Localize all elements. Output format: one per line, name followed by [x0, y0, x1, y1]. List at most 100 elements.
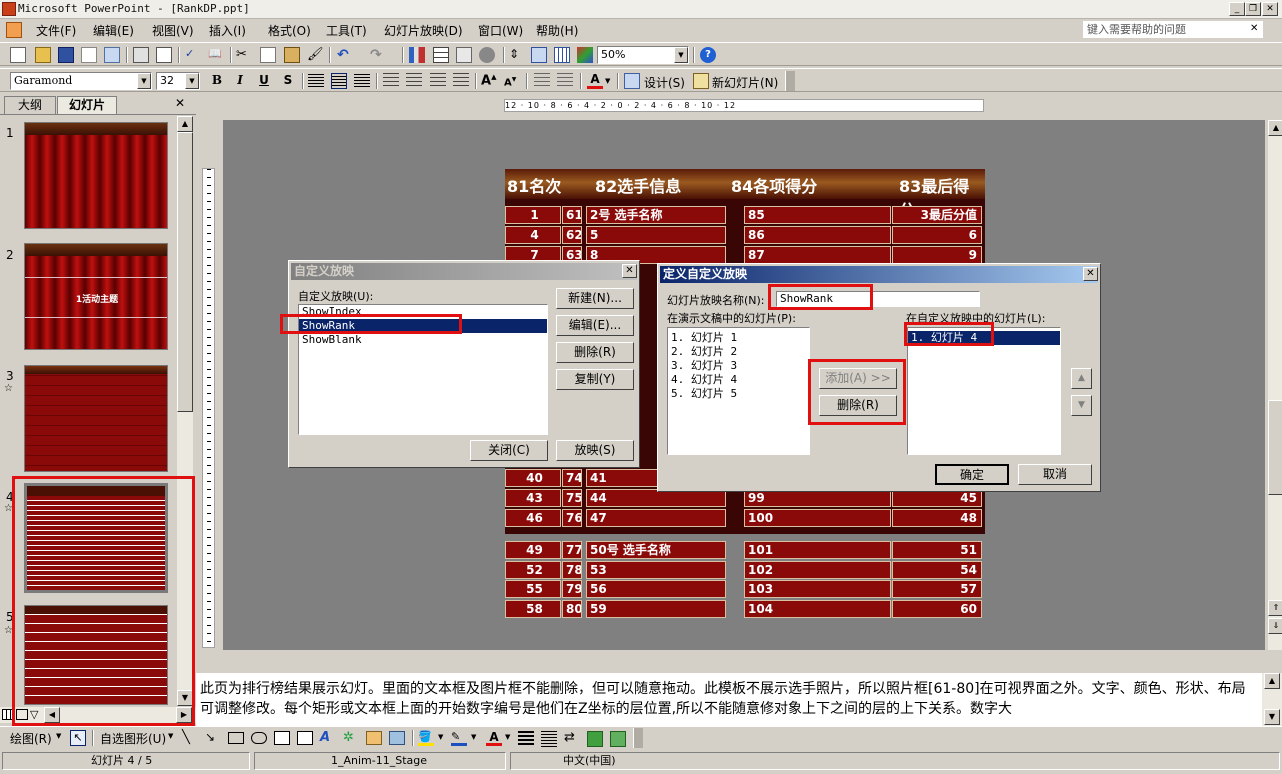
decrease-font-icon[interactable]: A▼ [504, 76, 520, 92]
close-doc-icon[interactable]: ✕ [1250, 23, 1258, 34]
email-icon[interactable] [104, 47, 120, 63]
draw-dropdown-icon[interactable]: ▼ [56, 732, 61, 740]
next-slide-icon[interactable]: ⇓ [1268, 618, 1282, 634]
menu-tools[interactable]: 工具(T) [326, 22, 367, 39]
show-grid-icon[interactable] [554, 47, 570, 63]
show-formatting-icon[interactable] [531, 47, 547, 63]
slide-thumbnail-3[interactable] [24, 365, 168, 472]
slide-cell[interactable]: 60 [892, 600, 982, 618]
presentation-slides-listbox[interactable]: 1. 幻灯片 1 2. 幻灯片 2 3. 幻灯片 3 4. 幻灯片 4 5. 幻… [667, 327, 810, 455]
notes-scrollbar[interactable]: ▲ ▼ [1262, 673, 1282, 727]
columns-icon[interactable] [430, 73, 446, 89]
help-icon[interactable]: ? [700, 47, 716, 63]
slide-cell[interactable]: 104 [744, 600, 891, 618]
slide-cell[interactable]: 53 [586, 561, 726, 579]
new-button[interactable]: 新建(N)... [556, 288, 634, 309]
ok-button[interactable]: 确定 [935, 464, 1009, 485]
draw-menu-button[interactable]: 绘图(R) [10, 730, 52, 747]
slide-cell[interactable]: 76 [562, 509, 582, 527]
slide-cell[interactable]: 43 [505, 489, 561, 507]
slide-cell[interactable]: 58 [505, 600, 561, 618]
insert-table-icon[interactable] [433, 47, 449, 63]
design-button[interactable]: 设计(S) [644, 74, 685, 91]
slide-cell[interactable]: 40 [505, 469, 561, 487]
list-item[interactable]: 5. 幻灯片 5 [668, 387, 809, 401]
fill-dropdown-icon[interactable]: ▼ [438, 733, 443, 741]
slide-cell[interactable]: 78 [562, 561, 582, 579]
menu-window[interactable]: 窗口(W) [478, 22, 523, 39]
list-item[interactable]: 3. 幻灯片 3 [668, 359, 809, 373]
permission-icon[interactable] [81, 47, 97, 63]
fill-color-icon[interactable]: 🪣 [418, 730, 434, 746]
slide-cell[interactable]: 51 [892, 541, 982, 559]
slide-cell[interactable]: 74 [562, 469, 582, 487]
shadow-button[interactable]: S [280, 73, 296, 87]
slide-cell[interactable]: 2号 选手名称 [586, 206, 726, 224]
font-color-button[interactable]: A [587, 73, 603, 89]
font-select[interactable]: Garamond ▼ [10, 72, 152, 90]
slide-cell[interactable]: 85 [744, 206, 891, 224]
slide-cell[interactable]: 75 [562, 489, 582, 507]
new-slide-button[interactable]: 新幻灯片(N) [712, 74, 778, 91]
edit-button[interactable]: 编辑(E)... [556, 315, 634, 336]
scroll-up-icon[interactable]: ▲ [177, 116, 193, 132]
slide-cell[interactable]: 56 [586, 580, 726, 598]
notes-scroll-down-icon[interactable]: ▼ [1264, 709, 1280, 725]
notes-pane[interactable]: 此页为排行榜结果展示幻灯。里面的文本框及图片框不能删除，但可以随意拖动。此模板不… [196, 673, 1262, 727]
doc-icon[interactable] [6, 22, 22, 38]
new-slide-icon[interactable] [693, 73, 709, 89]
custom-show-slides-listbox[interactable]: 1. 幻灯片 4 [907, 327, 1061, 455]
slide-cell[interactable]: 61 [562, 206, 582, 224]
pane-close-icon[interactable]: ✕ [175, 96, 185, 110]
undo-icon[interactable]: ↶ [337, 47, 353, 63]
slide-cell[interactable]: 52 [505, 561, 561, 579]
cancel-button[interactable]: 取消 [1018, 464, 1092, 485]
slide-cell[interactable]: 57 [892, 580, 982, 598]
font-size-select[interactable]: 32 ▼ [156, 72, 200, 90]
slide-cell[interactable]: 3最后分值 [892, 206, 982, 224]
textbox-icon[interactable] [274, 731, 290, 745]
dialog-close-icon[interactable]: ✕ [1083, 267, 1098, 281]
list-item[interactable]: 2. 幻灯片 2 [668, 345, 809, 359]
minimize-icon[interactable]: _ [1229, 2, 1245, 16]
italic-button[interactable]: I [232, 73, 248, 87]
delete-button[interactable]: 删除(R) [556, 342, 634, 363]
arrow-icon[interactable]: ↘ [205, 730, 221, 746]
slide-cell[interactable]: 5 [586, 226, 726, 244]
cut-icon[interactable]: ✂ [236, 47, 252, 63]
list-item[interactable]: 1. 幻灯片 1 [668, 331, 809, 345]
draw-font-color-icon[interactable]: A [486, 730, 502, 746]
arrow-style-icon[interactable]: ⇄ [564, 730, 580, 746]
slide-cell[interactable]: 100 [744, 509, 891, 527]
color-grayscale-icon[interactable] [577, 47, 593, 63]
menu-edit[interactable]: 编辑(E) [93, 22, 134, 39]
line-color-icon[interactable]: ✎ [451, 730, 467, 746]
slide-cell[interactable]: 103 [744, 580, 891, 598]
menu-view[interactable]: 视图(V) [152, 22, 194, 39]
slide-cell[interactable]: 48 [892, 509, 982, 527]
slide-cell[interactable]: 77 [562, 541, 582, 559]
paste-icon[interactable] [284, 47, 300, 63]
open-icon[interactable] [35, 47, 51, 63]
tables-borders-icon[interactable] [456, 47, 472, 63]
dialog-close-icon[interactable]: ✕ [622, 264, 637, 278]
slide-cell[interactable]: 46 [505, 509, 561, 527]
new-icon[interactable] [10, 47, 26, 63]
bullets-icon[interactable] [406, 73, 422, 89]
slide-cell[interactable]: 49 [505, 541, 561, 559]
rectangle-icon[interactable] [228, 732, 244, 744]
scroll-thumb[interactable] [177, 132, 193, 412]
align-center-icon[interactable] [331, 73, 347, 89]
move-down-icon[interactable]: ▼ [1071, 395, 1092, 416]
increase-font-icon[interactable]: A▲ [481, 73, 497, 89]
close-button[interactable]: 关闭(C) [470, 440, 548, 461]
slide-cell[interactable]: 101 [744, 541, 891, 559]
select-objects-icon[interactable]: ↖ [70, 730, 86, 746]
powerpoint-app-icon[interactable] [2, 2, 16, 16]
underline-button[interactable]: U [256, 73, 272, 87]
canvas-scrollbar[interactable]: ▲ ⇑ ⇓ [1268, 120, 1282, 650]
autoshapes-dropdown-icon[interactable]: ▼ [168, 732, 173, 740]
line-icon[interactable]: ╲ [182, 730, 198, 746]
print-preview-icon[interactable] [156, 47, 172, 63]
move-up-icon[interactable]: ▲ [1071, 368, 1092, 389]
